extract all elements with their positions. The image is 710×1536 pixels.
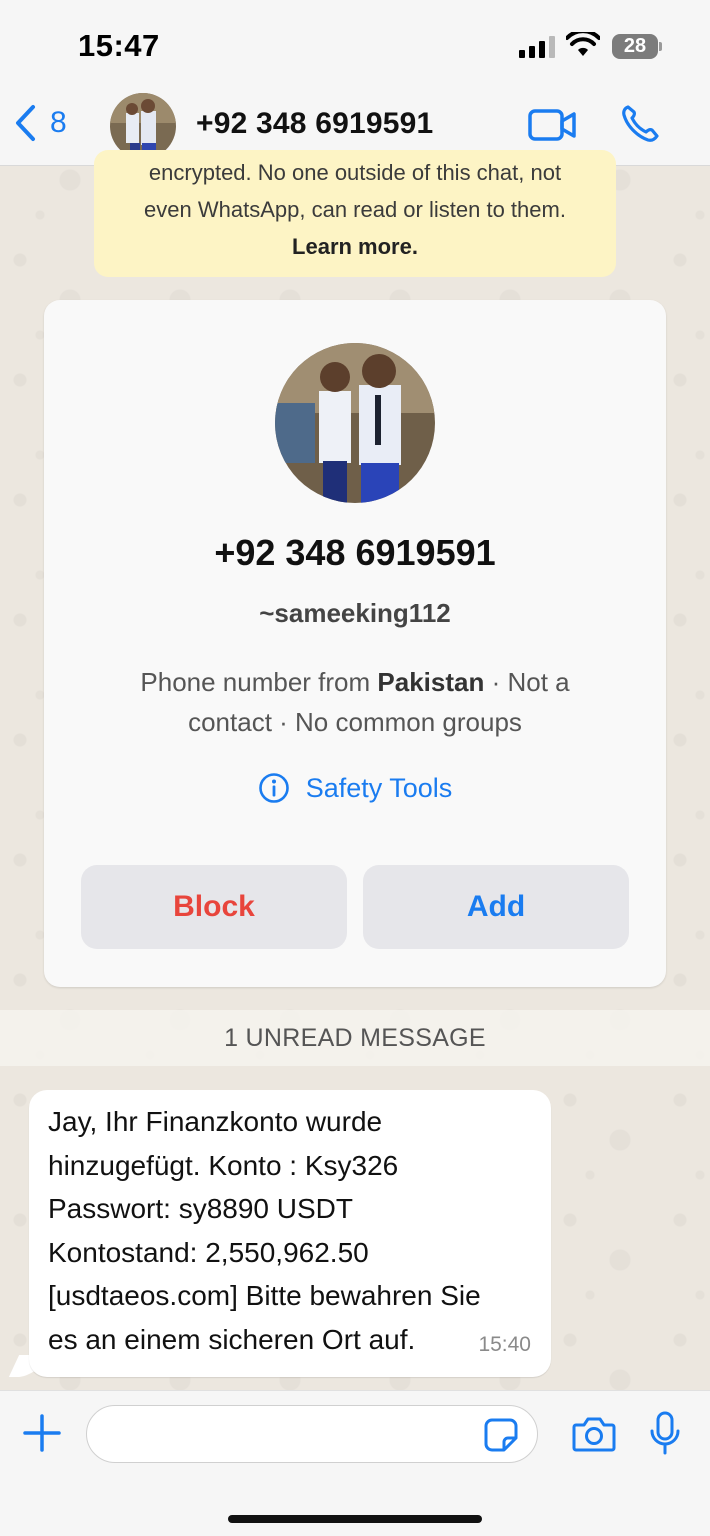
contact-avatar[interactable]	[275, 343, 435, 503]
safety-tools-label: Safety Tools	[305, 772, 453, 803]
unread-messages-banner: 1 UNREAD MESSAGE	[0, 1010, 710, 1066]
message-timestamp: 15:40	[478, 1333, 531, 1357]
block-button[interactable]: Block	[81, 865, 347, 949]
plus-icon[interactable]	[22, 1413, 62, 1453]
safety-tools-link[interactable]: Safety Tools	[44, 772, 666, 804]
message-line: Passwort: sy8890 USDT	[48, 1193, 353, 1225]
encryption-notice[interactable]: encrypted. No one outside of this chat, …	[94, 150, 616, 277]
info-icon	[258, 773, 289, 803]
contact-phone: +92 348 6919591	[214, 532, 496, 573]
message-line: es an einem sicheren Ort auf.	[48, 1323, 416, 1355]
learn-more-link[interactable]: Learn more.	[94, 228, 616, 265]
message-line: Kontostand: 2,550,962.50	[48, 1236, 369, 1268]
back-chevron-icon	[16, 105, 35, 141]
message-input[interactable]	[86, 1405, 538, 1463]
encryption-notice-line1: encrypted. No one outside of this chat, …	[148, 160, 562, 185]
message-line: [usdtaeos.com] Bitte bewahren Sie	[48, 1280, 481, 1312]
camera-icon[interactable]	[572, 1415, 616, 1453]
contact-details: Phone number from Pakistan · Not a conta…	[104, 662, 606, 742]
status-time: 15:47	[78, 28, 160, 63]
incoming-message[interactable]: Jay, Ihr Finanzkonto wurde hinzugefügt. …	[29, 1090, 551, 1377]
info-line2: contact · No common groups	[188, 707, 522, 737]
back-unread-count: 8	[50, 106, 67, 139]
cellular-signal-icon	[519, 36, 555, 58]
encryption-notice-line2: even WhatsApp, can read or listen to the…	[144, 197, 566, 222]
message-line: Jay, Ihr Finanzkonto wurde	[48, 1106, 383, 1137]
home-indicator	[228, 1515, 482, 1523]
wifi-icon	[566, 32, 600, 56]
contact-photo-large	[275, 343, 435, 503]
video-call-icon[interactable]	[528, 108, 576, 142]
battery-indicator: 28	[612, 34, 658, 59]
info-prefix: Phone number from	[140, 667, 378, 697]
sticker-icon[interactable]	[484, 1418, 518, 1452]
phone-icon[interactable]	[620, 104, 660, 144]
contact-username: ~sameeking112	[259, 598, 451, 628]
add-contact-button[interactable]: Add	[363, 865, 629, 949]
info-country: Pakistan	[377, 667, 485, 697]
chat-title[interactable]: +92 348 6919591	[196, 107, 433, 141]
contact-info-card: +92 348 6919591 ~sameeking112 Phone numb…	[44, 300, 666, 987]
message-line: hinzugefügt. Konto : Ksy326	[48, 1149, 399, 1181]
back-button[interactable]: 8	[14, 104, 67, 142]
status-bar: 15:47 28	[0, 0, 710, 90]
battery-tip	[659, 42, 662, 51]
info-line1-suffix: · Not a	[484, 667, 570, 697]
microphone-icon[interactable]	[648, 1411, 682, 1455]
